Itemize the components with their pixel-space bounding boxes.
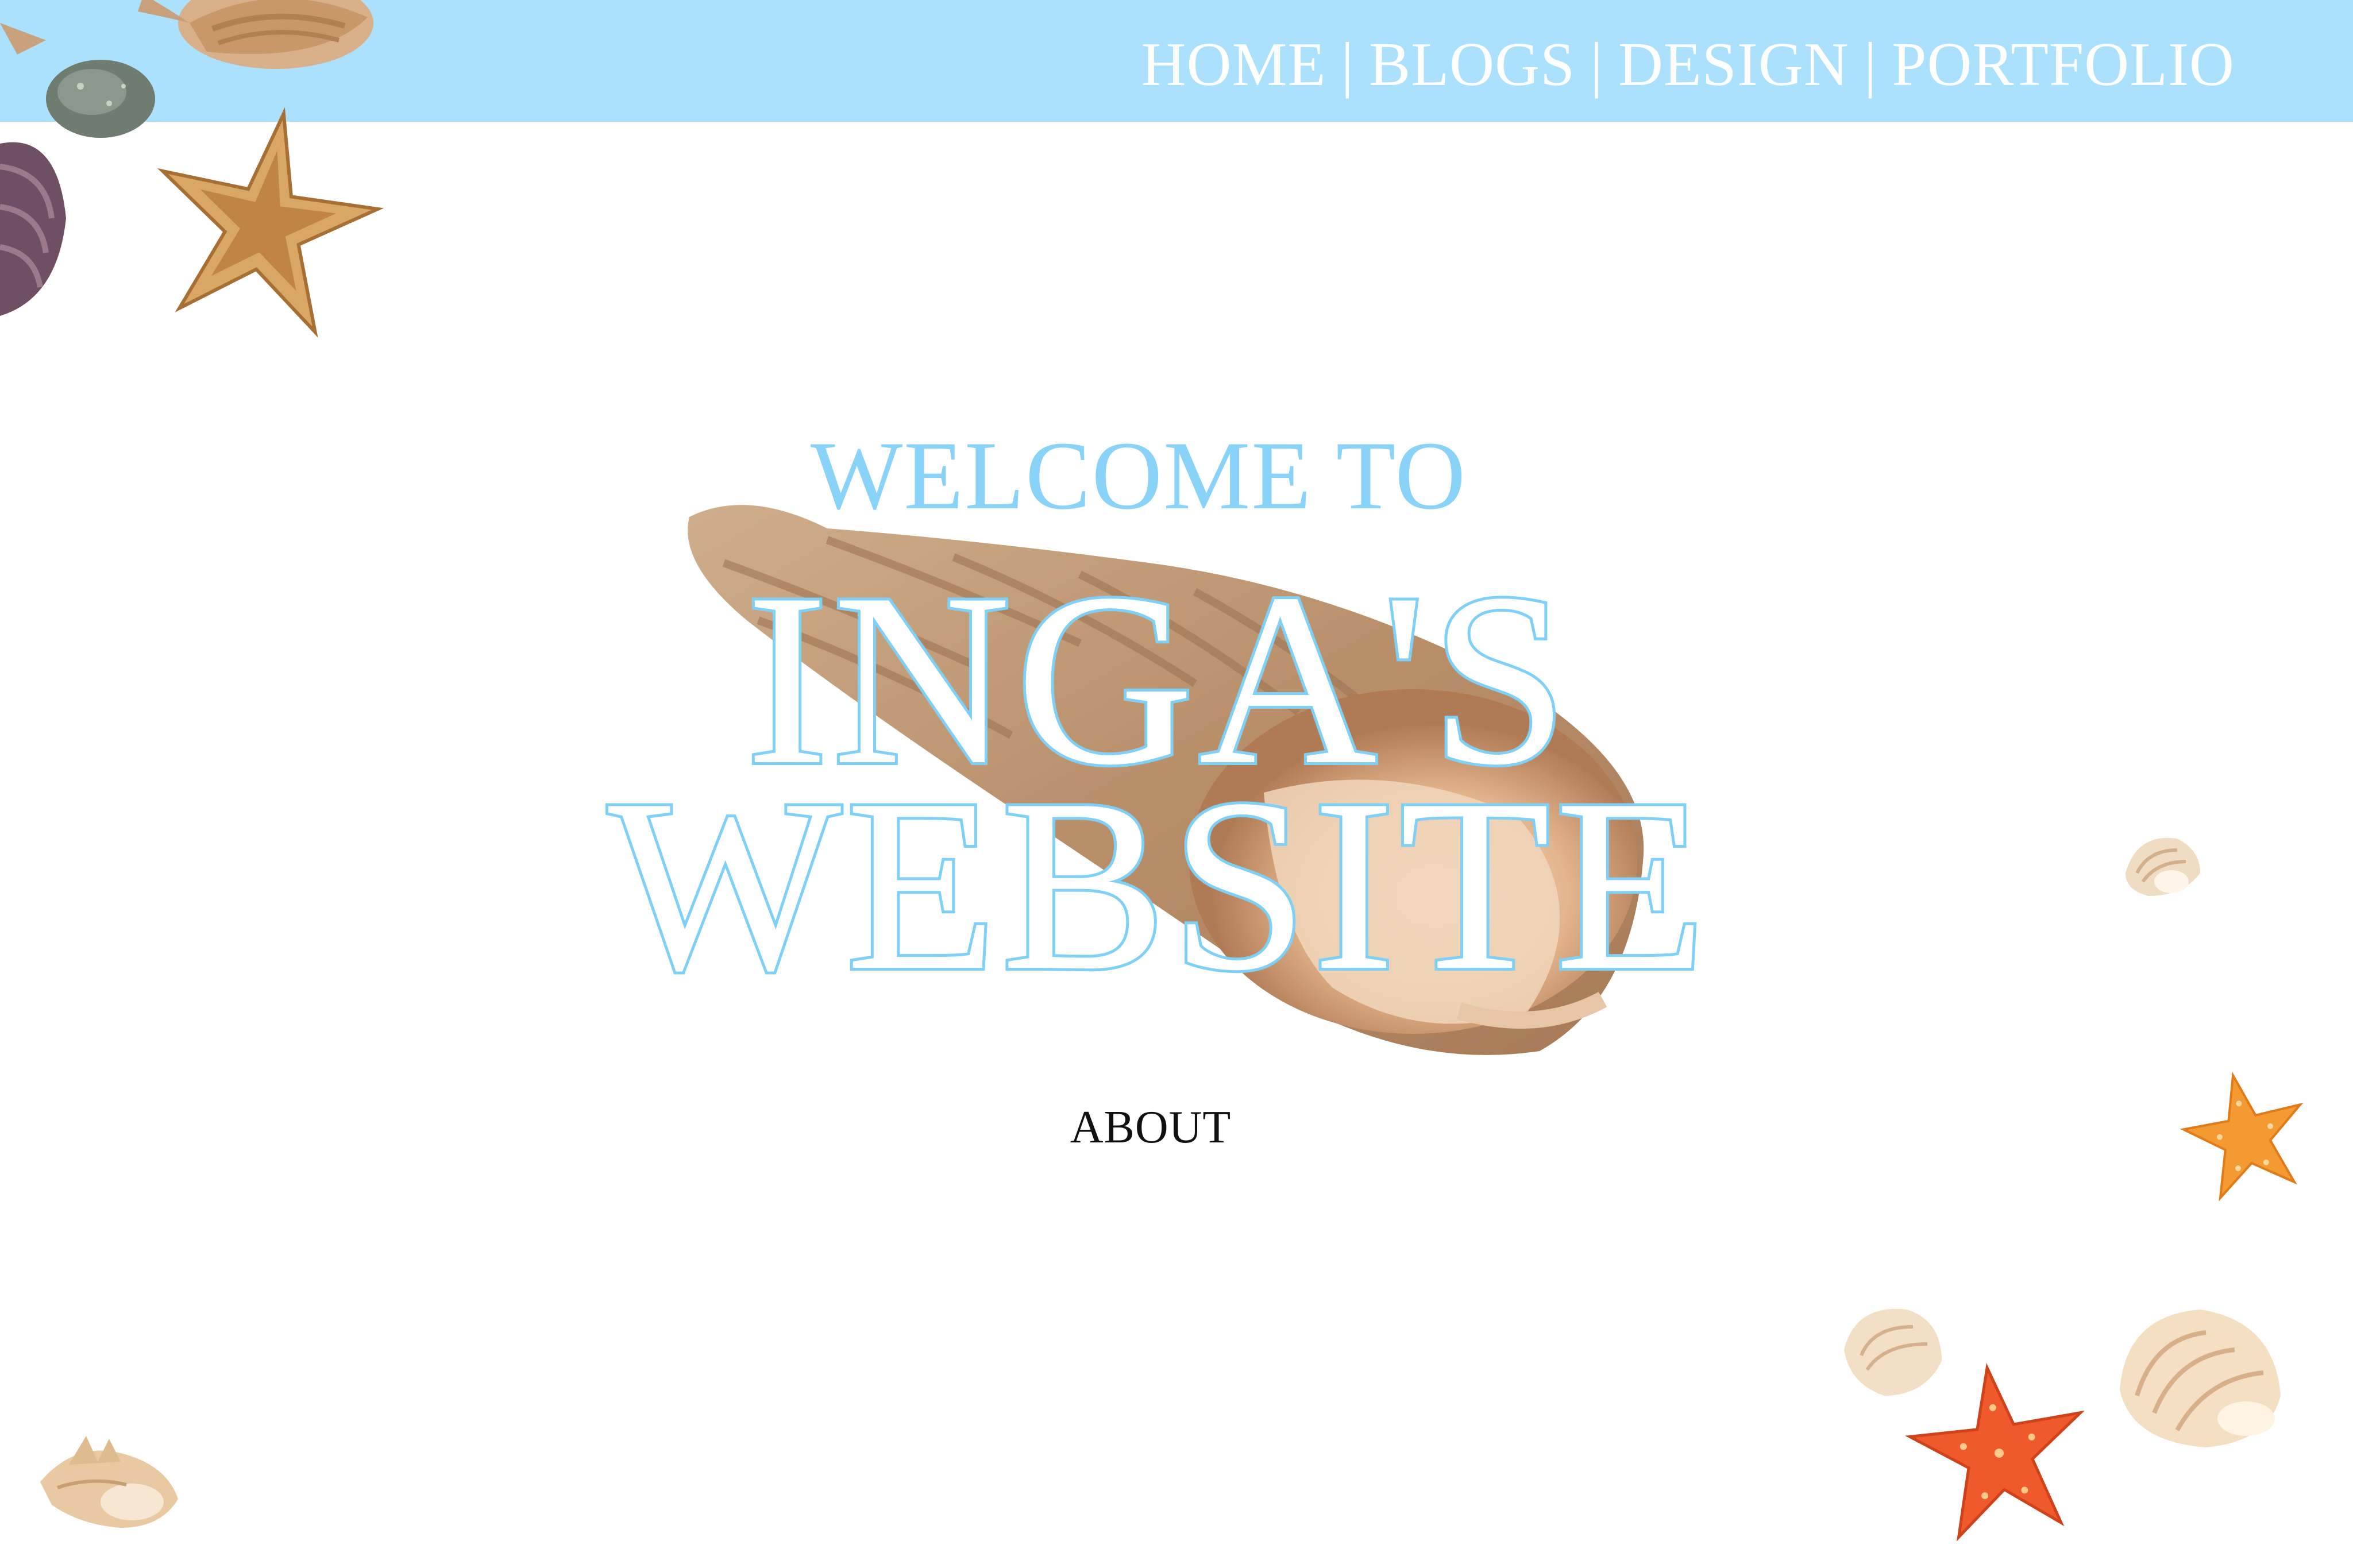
about-link[interactable]: ABOUT bbox=[1070, 1102, 1232, 1153]
nav-blogs[interactable]: BLOGS bbox=[1369, 29, 1575, 101]
site-title-line-2: WEBSITE bbox=[605, 748, 1711, 1022]
welcome-heading: WELCOME TO bbox=[810, 422, 1467, 530]
conch-shell-small-image bbox=[40, 1436, 178, 1528]
shell-cluster-bottom-right bbox=[1844, 1308, 2281, 1542]
shell-cluster-top-left bbox=[0, 0, 384, 338]
starfish-image bbox=[2180, 1071, 2304, 1202]
nav-separator: | bbox=[1590, 30, 1603, 99]
nav-design[interactable]: DESIGN bbox=[1618, 29, 1849, 101]
nav-home[interactable]: HOME bbox=[1141, 29, 1326, 101]
nav-portfolio[interactable]: PORTFOLIO bbox=[1892, 29, 2235, 101]
scallop-shell-image bbox=[2126, 837, 2200, 896]
about-link-container: ABOUT bbox=[0, 1102, 2327, 1154]
main-nav: HOME | BLOGS | DESIGN | PORTFOLIO bbox=[1141, 28, 2235, 102]
nav-separator: | bbox=[1341, 30, 1355, 99]
nav-separator: | bbox=[1864, 30, 1877, 99]
